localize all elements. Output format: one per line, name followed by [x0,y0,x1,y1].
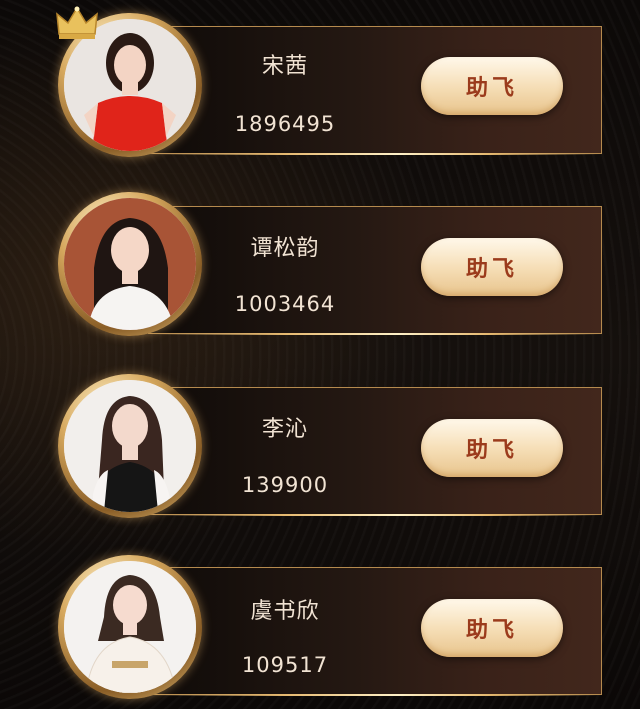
avatar[interactable] [64,380,196,512]
star-name: 虞书欣 [250,599,320,624]
ranking-list: 宋茜 1896495 助飞 谭松韵 1003464 助飞 李沁 139900 助… [0,0,640,709]
avatar-frame [58,374,202,518]
list-item-1: 宋茜 1896495 助飞 [0,6,640,158]
avatar[interactable] [64,561,196,693]
star-name: 宋茜 [261,54,308,79]
star-name: 谭松韵 [250,236,320,261]
avatar-frame [58,192,202,336]
support-count: 1896495 [234,112,336,136]
crown-icon [56,6,98,39]
support-count: 139900 [241,473,329,497]
boost-button[interactable]: 助飞 [421,419,563,477]
list-item-2: 谭松韵 1003464 助飞 [0,192,640,340]
list-item-3: 李沁 139900 助飞 [0,373,640,521]
boost-button[interactable]: 助飞 [421,238,563,296]
support-count: 1003464 [234,292,336,316]
avatar[interactable] [64,198,196,330]
boost-button[interactable]: 助飞 [421,599,563,657]
list-item-4: 虞书欣 109517 助飞 [0,553,640,701]
star-name: 李沁 [261,417,308,442]
avatar-frame [58,555,202,699]
support-count: 109517 [241,653,329,677]
boost-button[interactable]: 助飞 [421,57,563,115]
